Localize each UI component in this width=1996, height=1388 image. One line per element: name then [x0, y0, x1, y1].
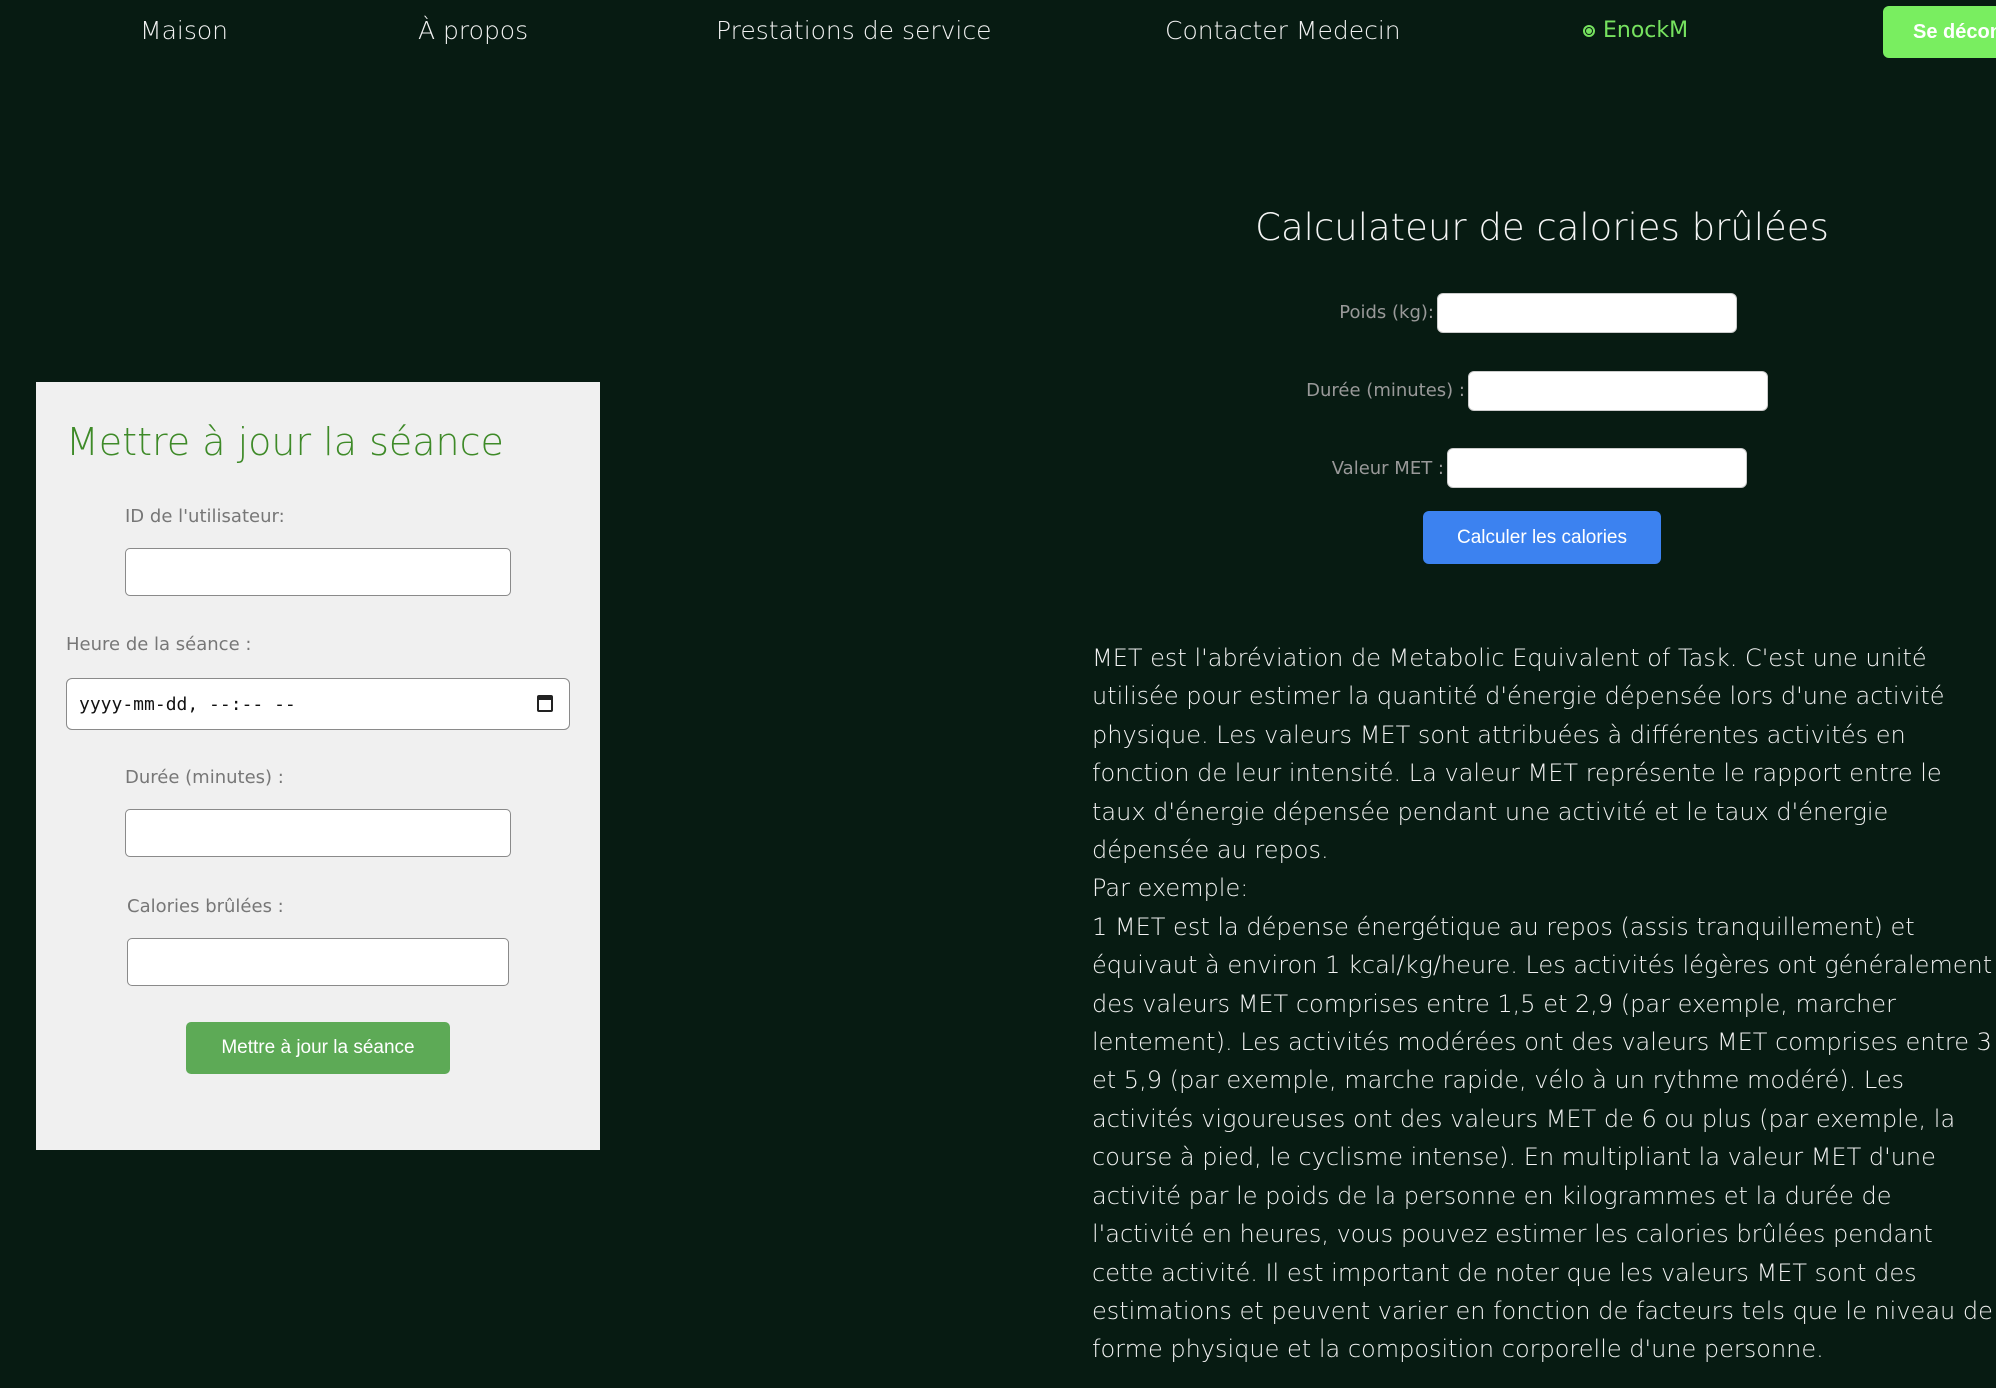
weight-label: Poids (kg):: [1339, 302, 1434, 323]
met-value-label: Valeur MET :: [1331, 458, 1444, 479]
session-time-placeholder: yyyy-mm-dd, --:-- --: [79, 693, 296, 715]
calc-duration-input[interactable]: [1468, 371, 1768, 411]
calories-input[interactable]: [127, 938, 509, 986]
user-id-input[interactable]: [125, 548, 511, 596]
user-id-label: ID de l'utilisateur:: [125, 506, 285, 527]
duration-label: Durée (minutes) :: [125, 767, 284, 788]
nav-link-about[interactable]: À propos: [418, 16, 528, 45]
online-status-icon: [1583, 24, 1595, 37]
session-time-input[interactable]: yyyy-mm-dd, --:-- --: [66, 678, 570, 730]
user-status: EnockM: [1583, 18, 1688, 43]
met-example-heading: Par exemple:: [1092, 874, 1249, 903]
met-value-input[interactable]: [1447, 448, 1747, 488]
met-paragraph-1: MET est l'abréviation de Metabolic Equiv…: [1092, 644, 1945, 865]
calculate-calories-button[interactable]: Calculer les calories: [1423, 511, 1661, 564]
nav-link-services[interactable]: Prestations de service: [716, 16, 992, 45]
calories-label: Calories brûlées :: [127, 896, 284, 917]
calendar-icon[interactable]: [537, 695, 553, 712]
duration-input[interactable]: [125, 809, 511, 857]
nav-link-home[interactable]: Maison: [140, 16, 228, 45]
update-session-card: Mettre à jour la séance ID de l'utilisat…: [36, 382, 600, 1150]
update-session-button[interactable]: Mettre à jour la séance: [186, 1022, 450, 1074]
calc-duration-label: Durée (minutes) :: [1306, 380, 1465, 401]
username: EnockM: [1603, 18, 1689, 43]
session-time-label: Heure de la séance :: [66, 634, 252, 655]
nav-link-contact-doctor[interactable]: Contacter Medecin: [1165, 16, 1401, 45]
page: Maison À propos Prestations de service C…: [0, 0, 1996, 1388]
logout-button[interactable]: Se déconn: [1883, 6, 1996, 58]
met-explanation: MET est l'abréviation de Metabolic Equiv…: [1092, 639, 1996, 1369]
calculator-title: Calculateur de calories brûlées: [1255, 206, 1829, 249]
met-paragraph-2: 1 MET est la dépense énergétique au repo…: [1092, 912, 1993, 1364]
weight-input[interactable]: [1437, 293, 1737, 333]
update-session-title: Mettre à jour la séance: [66, 420, 504, 464]
